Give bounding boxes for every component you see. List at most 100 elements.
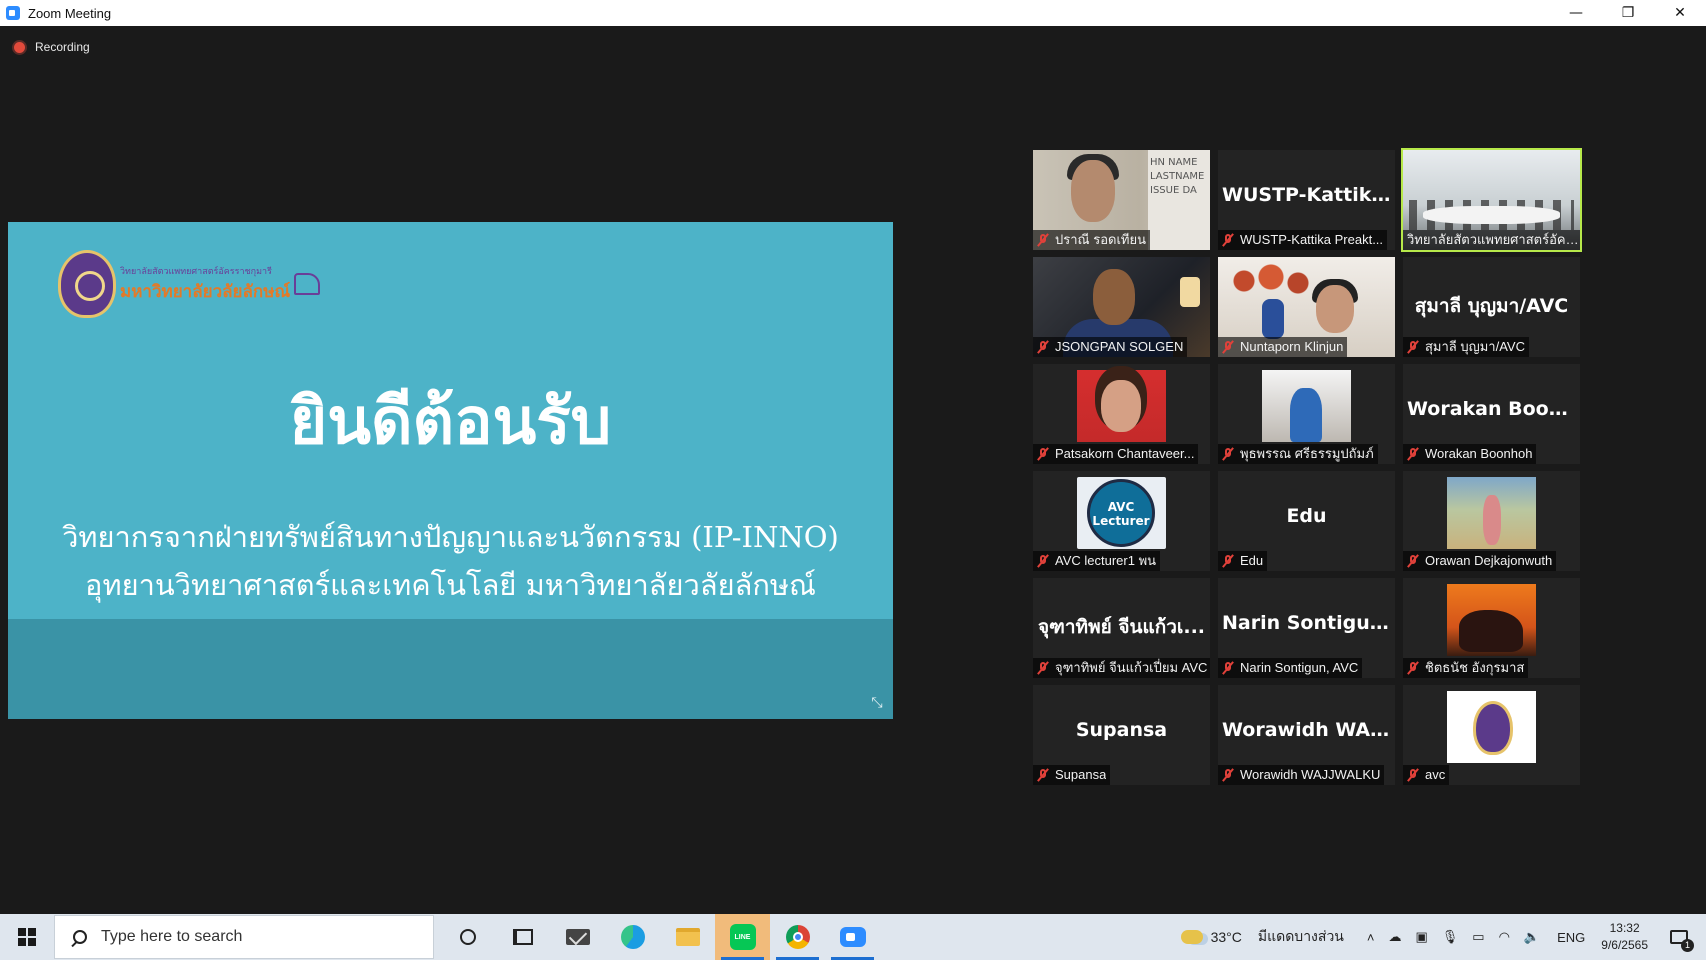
participant-name: Nuntaporn Klinjun [1240,339,1344,354]
title-bar: Zoom Meeting — ❐ ✕ [0,0,1706,26]
slide-welcome-title: ยินดีต้อนรับ [289,384,612,459]
slide-bottom-band [8,619,893,719]
slide-subtitle-line2: อุทยานวิทยาศาสตร์และเทคโนโลยี มหาวิทยาลั… [85,568,816,602]
notification-center-button[interactable]: 1 [1662,922,1696,952]
participant-name-label: สุมาลี บุญมา/AVC [1403,337,1529,357]
video-face [1316,285,1354,333]
mic-muted-icon [1222,661,1234,675]
edge-icon [620,925,645,949]
chevron-up-icon[interactable]: ˄ [1367,930,1375,945]
video-board-text: HN NAME LASTNAME ISSUE DA [1148,150,1210,250]
onedrive-icon[interactable]: ☁ [1388,929,1401,945]
participant-name: Supansa [1055,767,1107,782]
participant-tile[interactable]: Worawidh WAJ... Worawidh WAJJWALKU [1218,685,1395,785]
input-language[interactable]: ENG [1557,930,1585,945]
cortana-icon [459,929,476,945]
participant-big-name: Narin Sontigun,... [1222,612,1395,634]
line-app-button[interactable]: LINE [715,914,770,960]
participant-tile[interactable]: ชิตธนัช อังกุรมาส [1403,578,1580,678]
volume-icon[interactable]: 🔈 [1524,929,1540,945]
participant-big-name: Worawidh WAJ... [1222,719,1395,741]
participant-profile-picture [1447,584,1536,656]
participant-name-label: Worakan Boonhoh [1403,444,1537,464]
participant-big-name: Supansa [1075,719,1168,741]
participant-name-label: Worawidh WAJJWALKU [1218,765,1385,785]
participant-name-label: Orawan Dejkajonwuth [1403,551,1557,571]
participant-tile[interactable]: JSONGPAN SOLGEN [1033,257,1210,357]
restore-button[interactable]: ❐ [1602,0,1654,26]
participant-tile[interactable]: Nuntaporn Klinjun [1218,257,1395,357]
weather-icon[interactable] [1180,930,1203,944]
clock[interactable]: 13:32 9/6/2565 [1601,920,1648,954]
mic-muted-icon [1037,447,1049,461]
participant-tile[interactable]: Supansa Supansa [1033,685,1210,785]
task-view-button[interactable] [495,914,550,960]
system-tray: 33°C มีแดดบางส่วน ˄ ☁ ▣ 🎙 ▭ ◠ 🔈 ENG 13:3… [1180,914,1706,960]
close-button[interactable]: ✕ [1654,0,1706,26]
taskbar-search-box[interactable]: Type here to search [54,915,434,959]
mic-muted-icon [1037,233,1049,247]
recording-label: Recording [35,40,90,54]
participant-name: พุธพรรณ ศรีธรรมูปถัมภ์ [1240,446,1374,461]
participant-tile[interactable]: Orawan Dejkajonwuth [1403,471,1580,571]
participant-tile[interactable]: avc [1403,685,1580,785]
participant-tile-active-speaker[interactable]: วิทยาลัยสัตวแพทยศาสตร์อัครร... [1401,148,1582,252]
cortana-button[interactable] [440,914,495,960]
participant-profile-picture [1262,370,1351,442]
video-lamp [1180,277,1200,307]
logo-line1: วิทยาลัยสัตวแพทยศาสตร์อัครราชกุมารี [120,266,272,277]
participant-name-label: ชิตธนัช อังกุรมาส [1403,658,1529,678]
participant-big-name: สุมาลี บุญมา/AVC [1414,295,1569,317]
weather-condition[interactable]: มีแดดบางส่วน [1258,926,1344,948]
participant-tile[interactable]: Worakan Boonh... Worakan Boonhoh [1403,364,1580,464]
avc-lecturer-badge: AVC Lecturer [1087,479,1155,547]
participant-tile[interactable]: HN NAME LASTNAME ISSUE DA ปราณี รอดเทียน [1033,150,1210,250]
minimize-button[interactable]: — [1550,0,1602,26]
participant-tile[interactable]: จุฑาทิพย์ จีนแก้วเ... จุฑาทิพย์ จีนแก้วเ… [1033,578,1210,678]
wifi-icon[interactable]: ◠ [1499,929,1510,945]
video-flowers [1226,261,1316,301]
participant-tile[interactable]: Narin Sontigun,... Narin Sontigun, AVC [1218,578,1395,678]
participant-tile[interactable]: Patsakorn Chantaveer... [1033,364,1210,464]
mic-muted-icon [1407,340,1419,354]
participant-tile[interactable]: สุมาลี บุญมา/AVC สุมาลี บุญมา/AVC [1403,257,1580,357]
participant-name-label: Supansa [1033,765,1111,785]
microphone-icon[interactable]: 🎙 [1442,929,1459,945]
participant-tile[interactable]: พุธพรรณ ศรีธรรมูปถัมภ์ [1218,364,1395,464]
participant-name-label: avc [1403,765,1450,785]
participant-name: JSONGPAN SOLGEN [1055,339,1184,354]
windows-logo-icon [18,928,36,946]
file-explorer-button[interactable] [660,914,715,960]
device-icon[interactable]: ▣ [1415,929,1427,945]
participant-tile[interactable]: WUSTP-Kattika... WUSTP-Kattika Preakt... [1218,150,1395,250]
mic-muted-icon [1222,340,1234,354]
participant-tile[interactable]: AVC Lecturer AVC lecturer1 พน [1033,471,1210,571]
participant-name: ปราณี รอดเทียน [1055,232,1146,247]
line-icon: LINE [729,924,756,950]
mic-muted-icon [1037,554,1049,568]
shared-screen[interactable]: วิทยาลัยสัตวแพทยศาสตร์อัครราชกุมารี มหาว… [8,222,893,719]
weather-temp[interactable]: 33°C [1211,929,1242,945]
participant-name-label: Narin Sontigun, AVC [1218,658,1363,678]
mail-app-button[interactable] [550,914,605,960]
participant-name-label: JSONGPAN SOLGEN [1033,337,1188,357]
battery-icon[interactable]: ▭ [1472,929,1484,945]
edge-app-button[interactable] [605,914,660,960]
participant-name-label: ปราณี รอดเทียน [1033,230,1150,250]
participant-name: Worawidh WAJJWALKU [1240,767,1381,782]
participant-name-label: พุธพรรณ ศรีธรรมูปถัมภ์ [1218,444,1378,464]
participant-name: Patsakorn Chantaveer... [1055,446,1195,461]
participant-big-name: WUSTP-Kattika... [1222,184,1395,206]
start-button[interactable] [0,914,54,960]
participant-big-name: จุฑาทิพย์ จีนแก้วเ... [1037,616,1206,638]
chrome-app-button[interactable] [770,914,825,960]
participant-name-label: วิทยาลัยสัตวแพทยศาสตร์อัครร... [1403,230,1580,250]
task-view-icon [512,929,533,945]
participant-big-name: Worakan Boonh... [1407,398,1580,420]
exit-fullscreen-icon[interactable]: ⤡ [869,695,885,711]
recording-indicator[interactable]: Recording [14,40,90,54]
participant-tile[interactable]: Edu Edu [1218,471,1395,571]
participant-name: WUSTP-Kattika Preakt... [1240,232,1384,247]
zoom-app-icon [6,6,20,20]
zoom-app-button[interactable] [825,914,880,960]
